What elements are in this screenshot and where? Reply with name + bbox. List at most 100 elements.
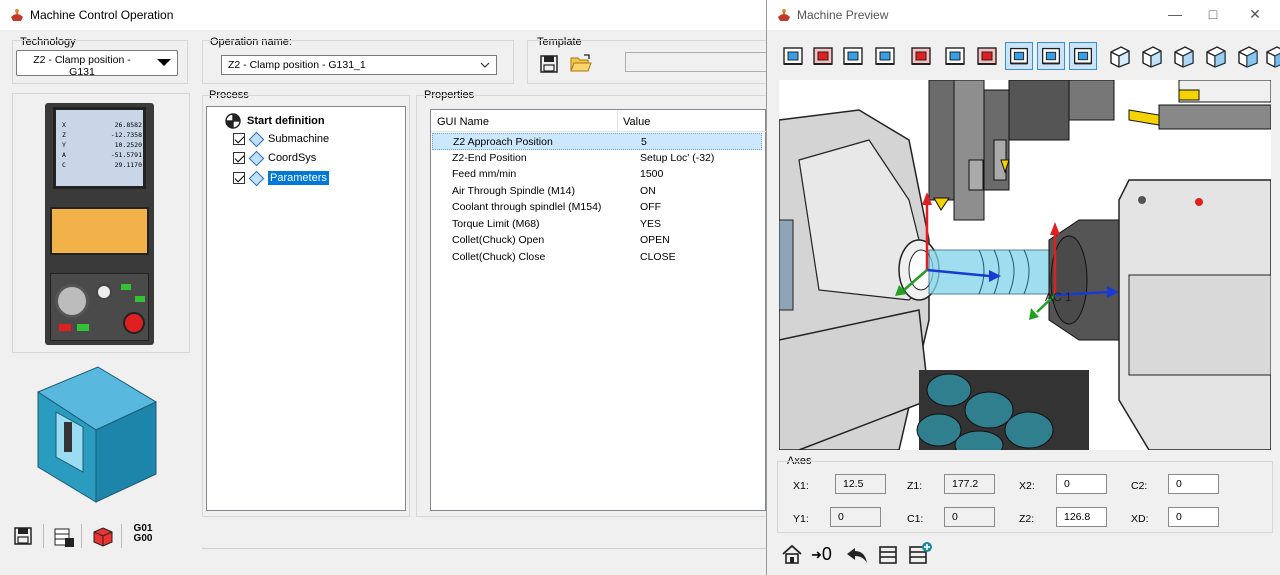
axis-label-c2: C2: (1131, 480, 1148, 492)
checkbox-checked[interactable] (233, 152, 245, 164)
axis-value-c2[interactable]: 0 (1168, 474, 1219, 494)
column-divider (617, 110, 618, 132)
tool-holder-view-icon[interactable] (779, 42, 807, 70)
property-value[interactable]: OPEN (640, 234, 670, 246)
maximize-icon[interactable]: □ (1203, 6, 1223, 24)
stack-view-icon[interactable] (839, 42, 867, 70)
zero-label: 0 (821, 544, 832, 564)
iso-cube-4-icon[interactable] (1201, 42, 1229, 70)
column-header-gui-name[interactable]: GUI Name (437, 116, 489, 128)
gcode-line2: G00 (133, 533, 153, 544)
open-template-icon[interactable] (570, 53, 592, 74)
property-value[interactable]: Setup Loc' (-32) (640, 152, 714, 164)
close-icon[interactable]: ✕ (1245, 6, 1265, 24)
gcode-button[interactable]: G01 G00 (131, 524, 155, 544)
technology-value: Z2 - Clamp position - G131 (33, 54, 131, 78)
arrow-right-icon: ➜ (811, 546, 822, 562)
controller-axis-name: Z (62, 131, 66, 139)
property-row[interactable]: Z2 Approach Position 5 (432, 133, 762, 150)
property-value[interactable]: 5 (641, 136, 647, 148)
save-icon[interactable] (13, 526, 33, 546)
axis-value-z1: 177.2 (944, 474, 995, 494)
property-name: Torque Limit (M68) (452, 217, 540, 230)
machine-preview-window: Machine Preview — □ ✕ AC 1 Axes X1: 12.5… (766, 0, 1280, 575)
property-value[interactable]: CLOSE (640, 251, 676, 263)
axis-label-x2: X2: (1019, 480, 1035, 492)
save-template-icon[interactable] (539, 54, 559, 74)
main-title: Machine Control Operation (30, 8, 174, 22)
red-cube-view-icon[interactable] (809, 42, 837, 70)
turret-view-icon[interactable] (871, 42, 899, 70)
table-settings-icon[interactable] (53, 526, 75, 548)
property-value[interactable]: OFF (640, 201, 661, 213)
axis-label-y1: Y1: (793, 513, 809, 525)
iso-cube-5-icon[interactable] (1233, 42, 1261, 70)
crosshair-circle-icon (225, 113, 241, 129)
diamond-node-icon (248, 131, 265, 147)
checkbox-checked[interactable] (233, 172, 245, 184)
turret-top-view-icon[interactable] (1037, 42, 1065, 70)
axis-value-x2[interactable]: 0 (1056, 474, 1107, 494)
minimize-icon[interactable]: — (1165, 6, 1185, 24)
property-row[interactable]: Collet(Chuck) Close CLOSE (432, 249, 762, 266)
iso-cube-1-icon[interactable] (1105, 42, 1133, 70)
operation-name-dropdown[interactable]: Z2 - Clamp position - G131_1 (221, 55, 497, 75)
undo-arrow-icon[interactable] (845, 545, 869, 565)
controller-screen-line: Z -12.7358 (62, 130, 142, 140)
tree-item-label: Submachine (268, 133, 330, 145)
cnc-controller-image: X 26.8582 Z -12.7358 Y 10.2520 A -51.5791 C 29.11… (45, 103, 154, 345)
add-list-icon[interactable] (907, 541, 933, 565)
home-icon[interactable] (781, 543, 803, 565)
property-row[interactable]: Air Through Spindle (M14) ON (432, 183, 762, 200)
property-name: Coolant through spindlel (M154) (452, 201, 602, 213)
box-arrow-view-icon[interactable] (941, 42, 969, 70)
controller-screen-line: C 29.1170 (62, 160, 142, 170)
property-row[interactable]: Feed mm/min 1500 (432, 166, 762, 183)
controller-axis-name: Y (62, 141, 66, 149)
axis-value-z2[interactable]: 126.8 (1056, 507, 1107, 527)
emergency-stop-icon (123, 312, 145, 334)
technology-dropdown[interactable]: Z2 - Clamp position - G131 (16, 50, 178, 78)
property-name: Feed mm/min (452, 168, 517, 180)
property-value[interactable]: YES (640, 218, 661, 230)
tree-item-label: CoordSys (268, 152, 317, 164)
green-button-icon (77, 324, 89, 331)
machine-side-view-icon[interactable] (1069, 42, 1097, 70)
go-to-zero-button[interactable]: ➜ 0 (811, 544, 832, 565)
controller-screen-line: A -51.5791 (62, 150, 142, 160)
tree-item-parameters[interactable]: Parameters (233, 170, 329, 186)
axis-label-z2: Z2: (1019, 513, 1035, 525)
axis-value-xd[interactable]: 0 (1168, 507, 1219, 527)
tree-root-start-definition[interactable]: Start definition (225, 113, 325, 129)
tree-item-submachine[interactable]: Submachine (233, 131, 330, 147)
machine-3d-viewport[interactable]: AC 1 (779, 80, 1271, 450)
iso-cube-3-icon[interactable] (1169, 42, 1197, 70)
property-row[interactable]: Z2-End Position Setup Loc' (-32) (432, 150, 762, 167)
red-button-icon (59, 324, 71, 331)
red-box-front-view-icon[interactable] (973, 42, 1001, 70)
property-name: Z2-End Position (452, 151, 527, 164)
axis-label-x1: X1: (793, 480, 809, 492)
diamond-node-icon (248, 170, 265, 186)
simulation-cube-icon[interactable] (92, 526, 114, 548)
property-value[interactable]: 1500 (640, 168, 663, 180)
machine-front-view-icon[interactable] (1005, 42, 1033, 70)
red-box-view-icon[interactable] (907, 42, 935, 70)
controller-keypad (50, 207, 149, 255)
iso-cube-2-icon[interactable] (1137, 42, 1165, 70)
column-header-value[interactable]: Value (623, 116, 650, 128)
property-row[interactable]: Torque Limit (M68) YES (432, 216, 762, 233)
preview-titlebar: Machine Preview — □ ✕ (767, 0, 1280, 30)
controller-screen-line: X 26.8582 (62, 120, 142, 130)
tree-item-coordsys[interactable]: CoordSys (233, 150, 317, 166)
separator (81, 524, 82, 548)
list-icon[interactable] (877, 544, 899, 566)
checkbox-checked[interactable] (233, 133, 245, 145)
property-row[interactable]: Coolant through spindlel (M154) OFF (432, 199, 762, 216)
property-name: Collet(Chuck) Close (452, 250, 546, 263)
tree-item-label-selected: Parameters (268, 171, 329, 185)
property-value[interactable]: ON (640, 185, 656, 197)
iso-cube-6-icon[interactable] (1261, 42, 1280, 70)
template-field[interactable] (625, 52, 767, 72)
property-row[interactable]: Collet(Chuck) Open OPEN (432, 232, 762, 249)
